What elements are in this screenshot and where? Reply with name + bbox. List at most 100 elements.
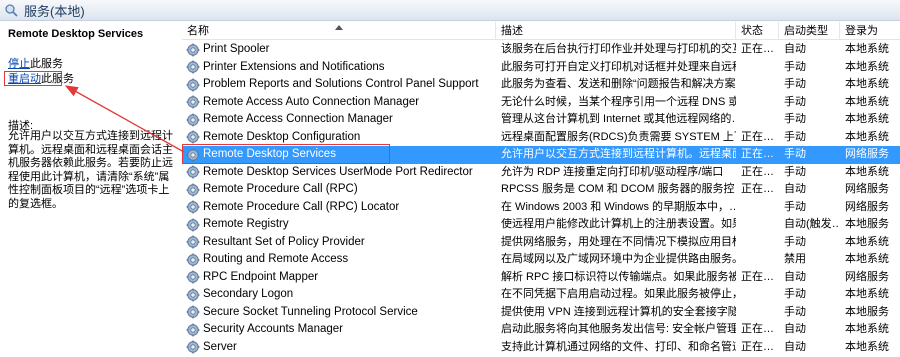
- service-name: Routing and Remote Access: [203, 253, 349, 265]
- service-name: Problem Reports and Solutions Control Pa…: [203, 78, 479, 90]
- table-row[interactable]: Server 支持此计算机通过网络的文件、打印、和命名管道… 正在… 自动 本地系统: [182, 339, 900, 357]
- service-status-cell: [736, 251, 779, 269]
- gear-icon: [186, 288, 200, 302]
- service-startup-type-cell: 自动(触发…: [784, 218, 840, 230]
- service-logon-as-cell: 本地系统: [845, 43, 889, 55]
- gear-icon: [186, 95, 200, 109]
- service-name: Print Spooler: [203, 43, 270, 55]
- service-name: Resultant Set of Policy Provider: [203, 235, 365, 248]
- service-status-cell: [736, 304, 779, 322]
- selected-service-name: Remote Desktop Services: [8, 28, 144, 40]
- service-name-cell: Remote Access Auto Connection Manager: [182, 94, 496, 112]
- service-description-cell: 此服务为查看、发送和删除“问题报告和解决方案”…: [501, 78, 736, 90]
- service-name-cell: Remote Procedure Call (RPC) Locator: [182, 199, 496, 217]
- service-logon-as-cell: 网络服务: [845, 183, 889, 195]
- service-name: Secure Socket Tunneling Protocol Service: [203, 305, 418, 318]
- service-name-cell: RPC Endpoint Mapper: [182, 269, 496, 287]
- service-status-cell: [736, 286, 779, 304]
- table-row[interactable]: Remote Desktop Services UserMode Port Re…: [182, 164, 900, 182]
- service-startup-type-cell: 自动: [784, 270, 806, 283]
- stop-service-action: 停止此服务: [8, 57, 74, 72]
- table-row[interactable]: Printer Extensions and Notifications 此服务可…: [182, 59, 900, 77]
- service-logon-as-cell: 网络服务: [845, 200, 889, 213]
- gear-icon: [186, 165, 200, 179]
- column-header-status[interactable]: 状态: [736, 22, 779, 40]
- service-status-cell: [736, 216, 779, 234]
- service-description-cell: 提供网络服务，用处理在不同情况下模拟应用目标…: [501, 235, 736, 248]
- magnifier-gear-icon: [5, 4, 18, 17]
- service-description-cell: 提供使用 VPN 连接到远程计算机的安全套接字隧…: [501, 305, 736, 318]
- gear-icon: [186, 113, 200, 127]
- table-row[interactable]: Secondary Logon 在不同凭据下启用启动过程。如果此服务被停止，… 手动…: [182, 286, 900, 304]
- table-row[interactable]: Remote Procedure Call (RPC) Locator 在 Win…: [182, 199, 900, 217]
- table-row[interactable]: Remote Access Auto Connection Manager 无论什…: [182, 94, 900, 112]
- service-name-cell: Resultant Set of Policy Provider: [182, 234, 496, 252]
- service-name-cell: Remote Access Connection Manager: [182, 111, 496, 129]
- column-header-row: 名称 描述 状态 启动类型 登录为: [182, 22, 900, 40]
- service-name-cell: Print Spooler: [182, 41, 496, 59]
- gear-icon: [186, 340, 200, 354]
- gear-icon: [186, 130, 200, 144]
- service-startup-type-cell: 手动: [784, 130, 806, 143]
- table-row[interactable]: Remote Access Connection Manager 管理从这台计算机…: [182, 111, 900, 129]
- service-status-cell: 正在…: [741, 340, 774, 353]
- service-name-cell: Remote Registry: [182, 216, 496, 234]
- service-startup-type-cell: 手动: [784, 235, 806, 248]
- service-startup-type-cell: 手动: [784, 200, 806, 213]
- gear-icon: [186, 270, 200, 284]
- table-row[interactable]: Print Spooler 该服务在后台执行打印作业并处理与打印机的交互… 正在… 自…: [182, 41, 900, 59]
- service-startup-type-cell: 自动: [784, 340, 806, 353]
- service-status-cell: [736, 199, 779, 217]
- gear-icon: [186, 78, 200, 92]
- service-startup-type-cell: 禁用: [784, 253, 806, 265]
- service-description-cell: 在不同凭据下启用启动过程。如果此服务被停止，…: [501, 288, 736, 300]
- service-startup-type-cell: 自动: [784, 183, 806, 195]
- service-description-cell: 使远程用户能修改此计算机上的注册表设置。如果…: [501, 218, 736, 230]
- service-name-cell: Printer Extensions and Notifications: [182, 59, 496, 77]
- service-status-cell: [736, 94, 779, 112]
- service-logon-as-cell: 网络服务: [845, 270, 889, 283]
- table-row[interactable]: Remote Procedure Call (RPC) RPCSS 服务是 COM…: [182, 181, 900, 199]
- service-logon-as-cell: 本地系统: [845, 95, 889, 108]
- column-header-description[interactable]: 描述: [496, 22, 736, 40]
- service-name: RPC Endpoint Mapper: [203, 270, 319, 283]
- gear-icon: [186, 200, 200, 214]
- service-startup-type-cell: 手动: [784, 288, 806, 300]
- service-status-cell: [736, 111, 779, 129]
- table-row[interactable]: Security Accounts Manager 启动此服务将向其他服务发出信号…: [182, 321, 900, 339]
- selected-row-highlight-box: [182, 144, 390, 164]
- service-description-cell: 远程桌面配置服务(RDCS)负责需要 SYSTEM 上下…: [501, 130, 736, 143]
- service-logon-as-cell: 网络服务: [845, 148, 889, 160]
- service-name-cell: Problem Reports and Solutions Control Pa…: [182, 76, 496, 94]
- gear-icon: [186, 43, 200, 57]
- column-header-logon-as[interactable]: 登录为: [840, 22, 900, 40]
- stop-service-suffix: 此服务: [30, 58, 63, 70]
- title-bar: 服务(本地): [0, 0, 900, 21]
- gear-icon: [186, 323, 200, 337]
- table-row[interactable]: Resultant Set of Policy Provider 提供网络服务，用…: [182, 234, 900, 252]
- service-description-cell: 允许为 RDP 连接重定向打印机/驱动程序/端口: [501, 165, 724, 178]
- service-startup-type-cell: 手动: [784, 60, 806, 73]
- column-header-startup-type[interactable]: 启动类型: [779, 22, 840, 40]
- table-row[interactable]: RPC Endpoint Mapper 解析 RPC 接口标识符以传输端点。如果此…: [182, 269, 900, 287]
- service-logon-as-cell: 本地系统: [845, 323, 889, 335]
- gear-icon: [186, 253, 200, 267]
- service-logon-as-cell: 本地系统: [845, 165, 889, 178]
- service-logon-as-cell: 本地系统: [845, 253, 889, 265]
- table-row[interactable]: Secure Socket Tunneling Protocol Service…: [182, 304, 900, 322]
- description-pane: Remote Desktop Services 停止此服务 重启动此服务 描述:…: [0, 22, 181, 357]
- service-description-cell: 在局域网以及广域网环境中为企业提供路由服务。: [501, 253, 736, 265]
- service-startup-type-cell: 手动: [784, 95, 806, 108]
- gear-icon: [186, 305, 200, 319]
- table-row[interactable]: Routing and Remote Access 在局域网以及广域网环境中为企业…: [182, 251, 900, 269]
- service-logon-as-cell: 本地系统: [845, 78, 889, 90]
- service-logon-as-cell: 本地服务: [845, 305, 889, 318]
- service-description-cell: 管理从这台计算机到 Internet 或其他远程网络的…: [501, 113, 736, 125]
- service-name: Remote Access Auto Connection Manager: [203, 95, 420, 108]
- table-row[interactable]: Problem Reports and Solutions Control Pa…: [182, 76, 900, 94]
- service-description: 允许用户以交互方式连接到远程计算机。远程桌面和远程桌面会话主机服务器依赖此服务。…: [8, 130, 173, 210]
- service-description-cell: 该服务在后台执行打印作业并处理与打印机的交互…: [501, 43, 736, 55]
- stop-service-link[interactable]: 停止: [8, 58, 30, 70]
- service-logon-as-cell: 本地系统: [845, 288, 889, 300]
- table-row[interactable]: Remote Registry 使远程用户能修改此计算机上的注册表设置。如果… 自动…: [182, 216, 900, 234]
